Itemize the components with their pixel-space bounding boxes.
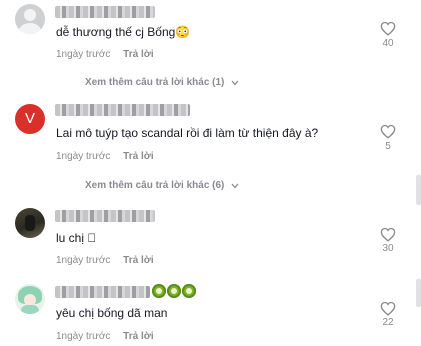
username-blurred[interactable] — [55, 104, 190, 116]
comment-item: lu chị 󾓭 1ngày trước Trả lời 30 — [0, 200, 421, 275]
comment-time: 1ngày trước — [56, 331, 111, 342]
comment-text: Lai mô tuýp tạo scandal rồi đi làm từ th… — [56, 126, 319, 140]
avatar-anime-clothes — [21, 305, 39, 314]
avatar[interactable] — [15, 284, 45, 314]
comment-text: yêu chị bống dã man — [56, 306, 168, 320]
comment-time: 1ngày trước — [56, 255, 111, 266]
kiwi-emoji-icon — [182, 284, 196, 298]
avatar[interactable] — [15, 208, 45, 238]
reply-button[interactable]: Trả lời — [123, 255, 153, 266]
like-count: 22 — [382, 317, 394, 328]
scrollbar-thumb[interactable] — [416, 279, 421, 307]
comment-time: 1ngày trước — [56, 49, 111, 60]
view-more-replies[interactable]: Xem thêm câu trả lời khác (1) — [85, 77, 239, 88]
comment-time: 1ngày trước — [56, 151, 111, 162]
like-count: 5 — [385, 141, 391, 152]
comment-text: lu chị 󾓭 — [56, 231, 97, 245]
comment-item: dễ thương thế cj Bống😳 1ngày trước Trả l… — [0, 0, 421, 95]
comment-meta: 1ngày trước Trả lời — [56, 255, 154, 266]
comment-meta: 1ngày trước Trả lời — [56, 49, 154, 60]
comment-text: dễ thương thế cj Bống😳 — [56, 25, 191, 39]
heart-outline-icon[interactable] — [380, 227, 396, 242]
comment-item: yêu chị bống dã man 1ngày trước Trả lời … — [0, 278, 421, 346]
chevron-down-icon — [231, 183, 239, 189]
username-emoji — [152, 284, 196, 298]
chevron-down-icon — [231, 80, 239, 86]
view-more-replies-label: Xem thêm câu trả lời khác (6) — [85, 180, 225, 191]
username-blurred[interactable] — [55, 6, 155, 18]
avatar[interactable]: V — [15, 104, 45, 134]
heart-outline-icon[interactable] — [380, 124, 396, 139]
default-avatar-body — [19, 23, 41, 34]
username-blurred[interactable] — [55, 286, 150, 298]
comment-item: V Lai mô tuýp tạo scandal rồi đi làm từ … — [0, 95, 421, 191]
username-blurred[interactable] — [55, 210, 155, 222]
avatar-photo-figure — [25, 215, 35, 231]
scrollbar-track[interactable] — [416, 175, 421, 205]
default-avatar-head — [24, 9, 36, 21]
kiwi-emoji-icon — [152, 284, 166, 298]
heart-outline-icon[interactable] — [380, 21, 396, 36]
reply-button[interactable]: Trả lời — [123, 151, 153, 162]
like-count: 30 — [382, 243, 394, 254]
view-more-replies-label: Xem thêm câu trả lời khác (1) — [85, 77, 225, 88]
like-count: 40 — [382, 38, 394, 49]
reply-button[interactable]: Trả lời — [123, 331, 153, 342]
kiwi-emoji-icon — [167, 284, 181, 298]
view-more-replies[interactable]: Xem thêm câu trả lời khác (6) — [85, 180, 239, 191]
comment-meta: 1ngày trước Trả lời — [56, 151, 154, 162]
heart-outline-icon[interactable] — [380, 301, 396, 316]
avatar[interactable] — [15, 4, 45, 34]
comment-meta: 1ngày trước Trả lời — [56, 331, 154, 342]
reply-button[interactable]: Trả lời — [123, 49, 153, 60]
